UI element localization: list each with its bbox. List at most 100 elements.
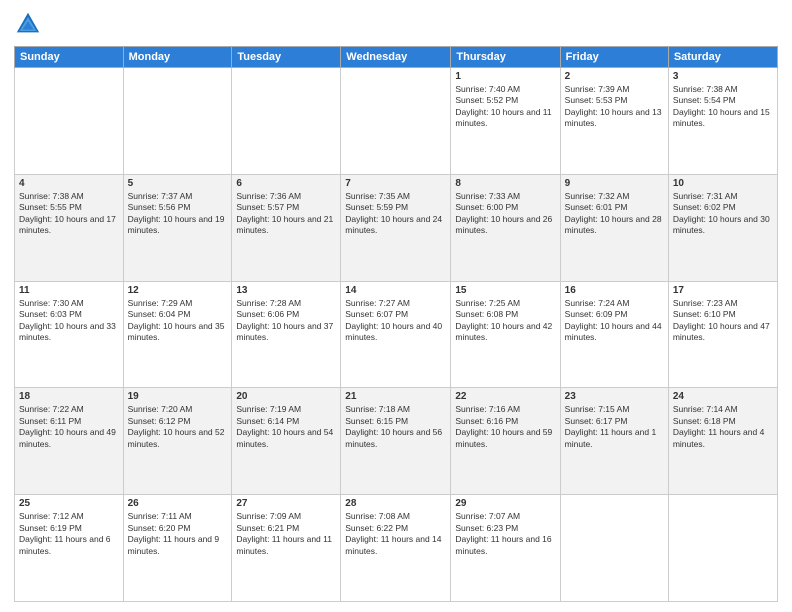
header [14, 10, 778, 38]
calendar: SundayMondayTuesdayWednesdayThursdayFrid… [14, 46, 778, 602]
day-cell: 26 Sunrise: 7:11 AM Sunset: 6:20 PM Dayli… [123, 495, 232, 602]
day-number: 3 [673, 71, 773, 82]
day-number: 8 [455, 178, 555, 189]
day-cell: 8 Sunrise: 7:33 AM Sunset: 6:00 PM Daylig… [451, 174, 560, 281]
day-cell: 17 Sunrise: 7:23 AM Sunset: 6:10 PM Dayli… [668, 281, 777, 388]
day-number: 15 [455, 285, 555, 296]
week-row-2: 4 Sunrise: 7:38 AM Sunset: 5:55 PM Daylig… [15, 174, 778, 281]
day-cell: 15 Sunrise: 7:25 AM Sunset: 6:08 PM Dayli… [451, 281, 560, 388]
day-number: 24 [673, 391, 773, 402]
week-row-4: 18 Sunrise: 7:22 AM Sunset: 6:11 PM Dayli… [15, 388, 778, 495]
day-info: Sunrise: 7:31 AM Sunset: 6:02 PM Dayligh… [673, 191, 773, 237]
day-cell: 27 Sunrise: 7:09 AM Sunset: 6:21 PM Dayli… [232, 495, 341, 602]
day-cell [232, 68, 341, 175]
weekday-header-tuesday: Tuesday [232, 47, 341, 68]
day-info: Sunrise: 7:08 AM Sunset: 6:22 PM Dayligh… [345, 511, 446, 557]
day-info: Sunrise: 7:37 AM Sunset: 5:56 PM Dayligh… [128, 191, 228, 237]
day-cell: 25 Sunrise: 7:12 AM Sunset: 6:19 PM Dayli… [15, 495, 124, 602]
day-number: 25 [19, 498, 119, 509]
day-info: Sunrise: 7:12 AM Sunset: 6:19 PM Dayligh… [19, 511, 119, 557]
day-cell: 21Sunrise: 7:18 AM Sunset: 6:15 PM Dayli… [341, 388, 451, 495]
day-cell: 4 Sunrise: 7:38 AM Sunset: 5:55 PM Daylig… [15, 174, 124, 281]
day-info: Sunrise: 7:20 AM Sunset: 6:12 PM Dayligh… [128, 404, 228, 450]
day-number: 22 [455, 391, 555, 402]
day-info: Sunrise: 7:09 AM Sunset: 6:21 PM Dayligh… [236, 511, 336, 557]
day-cell: 5 Sunrise: 7:37 AM Sunset: 5:56 PM Daylig… [123, 174, 232, 281]
day-cell [341, 68, 451, 175]
day-info: Sunrise: 7:11 AM Sunset: 6:20 PM Dayligh… [128, 511, 228, 557]
day-number: 7 [345, 178, 446, 189]
day-cell [15, 68, 124, 175]
day-info: Sunrise: 7:22 AM Sunset: 6:11 PM Dayligh… [19, 404, 119, 450]
weekday-header-saturday: Saturday [668, 47, 777, 68]
day-cell: 3 Sunrise: 7:38 AM Sunset: 5:54 PM Daylig… [668, 68, 777, 175]
day-number: 18 [19, 391, 119, 402]
day-info: Sunrise: 7:38 AM Sunset: 5:55 PM Dayligh… [19, 191, 119, 237]
weekday-header-monday: Monday [123, 47, 232, 68]
day-info: Sunrise: 7:36 AM Sunset: 5:57 PM Dayligh… [236, 191, 336, 237]
day-number: 23 [565, 391, 664, 402]
day-info: Sunrise: 7:24 AM Sunset: 6:09 PM Dayligh… [565, 298, 664, 344]
day-number: 27 [236, 498, 336, 509]
day-cell: 10 Sunrise: 7:31 AM Sunset: 6:02 PM Dayli… [668, 174, 777, 281]
day-cell: 20 Sunrise: 7:19 AM Sunset: 6:14 PM Dayli… [232, 388, 341, 495]
day-cell: 16 Sunrise: 7:24 AM Sunset: 6:09 PM Dayli… [560, 281, 668, 388]
day-info: Sunrise: 7:32 AM Sunset: 6:01 PM Dayligh… [565, 191, 664, 237]
day-number: 4 [19, 178, 119, 189]
day-cell: 9 Sunrise: 7:32 AM Sunset: 6:01 PM Daylig… [560, 174, 668, 281]
day-number: 17 [673, 285, 773, 296]
day-cell: 19Sunrise: 7:20 AM Sunset: 6:12 PM Dayli… [123, 388, 232, 495]
day-cell: 23Sunrise: 7:15 AM Sunset: 6:17 PM Dayli… [560, 388, 668, 495]
day-number: 20 [236, 391, 336, 402]
logo-icon [14, 10, 42, 38]
day-info: Sunrise: 7:28 AM Sunset: 6:06 PM Dayligh… [236, 298, 336, 344]
day-info: Sunrise: 7:14 AM Sunset: 6:18 PM Dayligh… [673, 404, 773, 450]
day-info: Sunrise: 7:18 AM Sunset: 6:15 PM Dayligh… [345, 404, 446, 450]
day-cell: 12Sunrise: 7:29 AM Sunset: 6:04 PM Dayli… [123, 281, 232, 388]
day-cell: 14Sunrise: 7:27 AM Sunset: 6:07 PM Dayli… [341, 281, 451, 388]
day-number: 26 [128, 498, 228, 509]
day-info: Sunrise: 7:39 AM Sunset: 5:53 PM Dayligh… [565, 84, 664, 130]
day-number: 10 [673, 178, 773, 189]
day-info: Sunrise: 7:19 AM Sunset: 6:14 PM Dayligh… [236, 404, 336, 450]
week-row-3: 11 Sunrise: 7:30 AM Sunset: 6:03 PM Dayli… [15, 281, 778, 388]
weekday-header-sunday: Sunday [15, 47, 124, 68]
week-row-5: 25 Sunrise: 7:12 AM Sunset: 6:19 PM Dayli… [15, 495, 778, 602]
day-cell: 1 Sunrise: 7:40 AM Sunset: 5:52 PM Daylig… [451, 68, 560, 175]
weekday-header-thursday: Thursday [451, 47, 560, 68]
day-cell [560, 495, 668, 602]
day-number: 29 [455, 498, 555, 509]
day-cell: 24 Sunrise: 7:14 AM Sunset: 6:18 PM Dayli… [668, 388, 777, 495]
day-cell: 11 Sunrise: 7:30 AM Sunset: 6:03 PM Dayli… [15, 281, 124, 388]
day-number: 2 [565, 71, 664, 82]
day-info: Sunrise: 7:29 AM Sunset: 6:04 PM Dayligh… [128, 298, 228, 344]
day-info: Sunrise: 7:27 AM Sunset: 6:07 PM Dayligh… [345, 298, 446, 344]
day-number: 16 [565, 285, 664, 296]
day-number: 9 [565, 178, 664, 189]
weekday-header-friday: Friday [560, 47, 668, 68]
day-number: 11 [19, 285, 119, 296]
day-info: Sunrise: 7:40 AM Sunset: 5:52 PM Dayligh… [455, 84, 555, 130]
day-cell: 22 Sunrise: 7:16 AM Sunset: 6:16 PM Dayli… [451, 388, 560, 495]
day-info: Sunrise: 7:35 AM Sunset: 5:59 PM Dayligh… [345, 191, 446, 237]
day-cell [668, 495, 777, 602]
day-cell: 13Sunrise: 7:28 AM Sunset: 6:06 PM Dayli… [232, 281, 341, 388]
day-cell: 28 Sunrise: 7:08 AM Sunset: 6:22 PM Dayli… [341, 495, 451, 602]
day-info: Sunrise: 7:33 AM Sunset: 6:00 PM Dayligh… [455, 191, 555, 237]
day-info: Sunrise: 7:16 AM Sunset: 6:16 PM Dayligh… [455, 404, 555, 450]
day-cell: 6 Sunrise: 7:36 AM Sunset: 5:57 PM Daylig… [232, 174, 341, 281]
day-number: 5 [128, 178, 228, 189]
day-cell: 18 Sunrise: 7:22 AM Sunset: 6:11 PM Dayli… [15, 388, 124, 495]
day-number: 28 [345, 498, 446, 509]
day-info: Sunrise: 7:23 AM Sunset: 6:10 PM Dayligh… [673, 298, 773, 344]
day-number: 6 [236, 178, 336, 189]
weekday-header-wednesday: Wednesday [341, 47, 451, 68]
day-info: Sunrise: 7:25 AM Sunset: 6:08 PM Dayligh… [455, 298, 555, 344]
day-cell [123, 68, 232, 175]
day-cell: 2 Sunrise: 7:39 AM Sunset: 5:53 PM Daylig… [560, 68, 668, 175]
day-info: Sunrise: 7:38 AM Sunset: 5:54 PM Dayligh… [673, 84, 773, 130]
day-info: Sunrise: 7:30 AM Sunset: 6:03 PM Dayligh… [19, 298, 119, 344]
day-cell: 7 Sunrise: 7:35 AM Sunset: 5:59 PM Daylig… [341, 174, 451, 281]
day-number: 1 [455, 71, 555, 82]
day-info: Sunrise: 7:07 AM Sunset: 6:23 PM Dayligh… [455, 511, 555, 557]
